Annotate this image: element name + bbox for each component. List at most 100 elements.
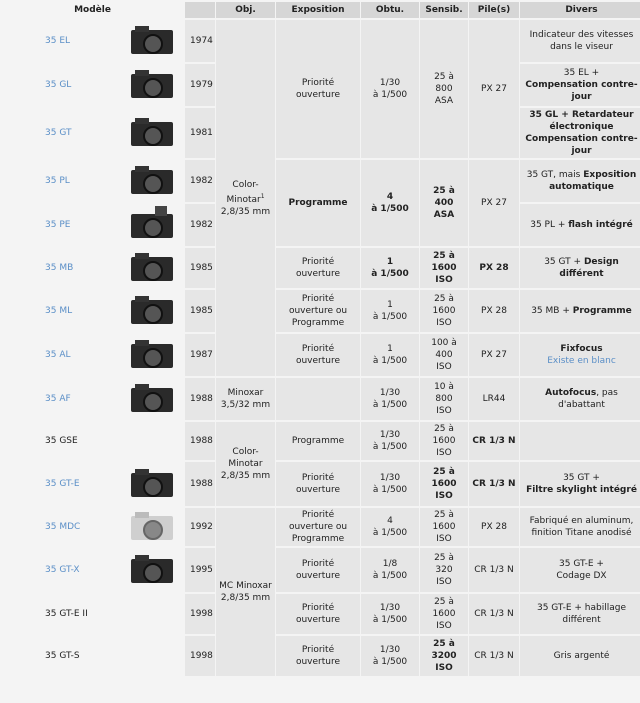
exp-text: ouverture	[295, 657, 341, 667]
sensib-text: 25 à	[433, 186, 455, 196]
divers-cell: Autofocus, pas d'abattant	[520, 378, 640, 420]
table-row: 35 GT-S 1998 Priorité ouverture 1/30 à 1/5…	[1, 636, 640, 676]
exp-text: Programme	[291, 534, 345, 544]
sensib-text: ISO	[436, 621, 452, 631]
divers-text: Compensation contre-	[525, 80, 638, 90]
divers-text: différent	[562, 615, 601, 625]
sensib-text: ISO	[436, 534, 452, 544]
table-row: 35 GT-X 1995 Priorité ouverture 1/8 à 1/50…	[1, 548, 640, 592]
sensib-text: 320	[435, 565, 453, 575]
year-cell: 1995	[185, 548, 215, 592]
year-cell: 1981	[185, 108, 215, 158]
piles-cell: LR44	[469, 378, 519, 420]
piles-cell: PX 28	[469, 508, 519, 546]
header-sensib: Sensib.	[420, 2, 468, 18]
model-link[interactable]: 35 MB	[1, 248, 119, 288]
divers-cell	[520, 422, 640, 460]
divers-cell: 35 EL + Compensation contre-jour	[520, 64, 640, 106]
obtu-text: à 1/500	[371, 269, 409, 279]
model-link[interactable]: 35 GT-X	[1, 548, 119, 592]
year-cell: 1992	[185, 508, 215, 546]
divers-text: Autofocus	[545, 388, 597, 398]
sensib-cell: 25 à 1600 ISO	[420, 290, 468, 332]
exp-text: ouverture ou	[288, 306, 348, 316]
obtu-text: 1	[387, 300, 393, 310]
sensib-text: 25 à	[434, 294, 454, 304]
footnote-mark: 1	[260, 192, 265, 200]
model-label: 35 GT-S	[1, 636, 119, 676]
sensib-cell: 25 à 400 ASA	[420, 160, 468, 246]
model-link[interactable]: 35 ML	[1, 290, 119, 332]
table-row: 35 PL 1982 Programme 4 à 1/500 25 à 400 ASA…	[1, 160, 640, 246]
camera-photo	[120, 290, 184, 332]
sensib-cell: 25 à 1600 ISO	[420, 594, 468, 634]
sensib-text: 800	[435, 84, 453, 94]
model-link[interactable]: 35 AF	[1, 378, 119, 420]
camera-photo	[120, 334, 184, 376]
table-row: 35 EL 1974 Color- Minotar1 2,8/35 mm Pri…	[1, 20, 640, 376]
model-link[interactable]: 35 GT-E	[1, 462, 119, 506]
divers-text: jour	[571, 146, 592, 156]
sensib-text: 25 à	[433, 467, 455, 477]
camera-photo	[120, 378, 184, 420]
model-link[interactable]: 35 PL	[1, 160, 119, 202]
obtu-cell: 1/30 à 1/500	[361, 20, 419, 158]
exp-text: ouverture	[295, 269, 341, 279]
divers-cell: Fixfocus Existe en blanc	[520, 334, 640, 376]
model-link[interactable]: 35 AL	[1, 334, 119, 376]
exposition-cell	[276, 378, 360, 420]
obtu-text: à 1/500	[372, 90, 408, 100]
exp-text: Priorité	[301, 473, 335, 483]
sensib-text: 25 à	[434, 510, 454, 520]
exp-text: ouverture ou	[288, 522, 348, 532]
sensib-cell: 25 à 1600 ISO	[420, 422, 468, 460]
model-link[interactable]: 35 MDC	[1, 508, 119, 546]
sensib-text: 1600	[431, 479, 457, 489]
obtu-text: à 1/500	[372, 528, 408, 538]
model-link[interactable]: 35 GT	[1, 108, 119, 158]
divers-cell: 35 GT-E + Codage DX	[520, 548, 640, 592]
divers-text: 35 GT +	[544, 257, 582, 267]
existe-en-blanc-link[interactable]: Existe en blanc	[547, 356, 616, 366]
sensib-text: 25 à	[434, 553, 454, 563]
year-cell: 1998	[185, 594, 215, 634]
piles-cell: CR 1/3 N	[469, 636, 519, 676]
year-cell: 1988	[185, 378, 215, 420]
obj-cell: Color- Minotar1 2,8/35 mm	[216, 20, 275, 376]
obtu-text: 4	[387, 516, 393, 526]
camera-photo	[120, 548, 184, 592]
sensib-text: 25 à	[434, 72, 454, 82]
obtu-cell: 1/30 à 1/500	[361, 636, 419, 676]
obtu-text: 1/30	[379, 78, 401, 88]
year-cell: 1979	[185, 64, 215, 106]
exp-text: Priorité	[301, 344, 335, 354]
obj-text: Color-	[232, 447, 259, 457]
divers-text: 35 GT, mais	[526, 170, 581, 180]
obj-cell: Minoxar 3,5/32 mm	[216, 378, 275, 420]
obj-text: Minotar	[228, 459, 263, 469]
piles-cell: CR 1/3 N	[469, 548, 519, 592]
exp-text: Priorité	[301, 257, 335, 267]
divers-cell: 35 PL + flash intégré	[520, 204, 640, 246]
exposition-cell: Priorité ouverture	[276, 636, 360, 676]
sensib-cell: 25 à 1600 ISO	[420, 248, 468, 288]
camera-photo	[120, 64, 184, 106]
year-cell: 1987	[185, 334, 215, 376]
model-link[interactable]: 35 EL	[1, 20, 119, 62]
header-piles: Pile(s)	[469, 2, 519, 18]
divers-text: électronique	[549, 122, 614, 132]
piles-cell: CR 1/3 N	[469, 462, 519, 506]
obtu-text: à 1/500	[372, 400, 408, 410]
sensib-text: ISO	[436, 406, 452, 416]
model-link[interactable]: 35 PE	[1, 204, 119, 246]
header-row: Modèle Obj. Exposition Obtu. Sensib. Pil…	[1, 2, 640, 18]
camera-photo-empty	[120, 636, 184, 676]
camera-photo	[120, 462, 184, 506]
sensib-text: 1600	[432, 436, 456, 446]
model-link[interactable]: 35 GL	[1, 64, 119, 106]
obtu-text: 1/30	[379, 603, 401, 613]
obtu-text: 1/30	[379, 388, 401, 398]
obtu-cell: 1/30 à 1/500	[361, 462, 419, 506]
camera-photo	[120, 108, 184, 158]
piles-cell: CR 1/3 N	[469, 594, 519, 634]
